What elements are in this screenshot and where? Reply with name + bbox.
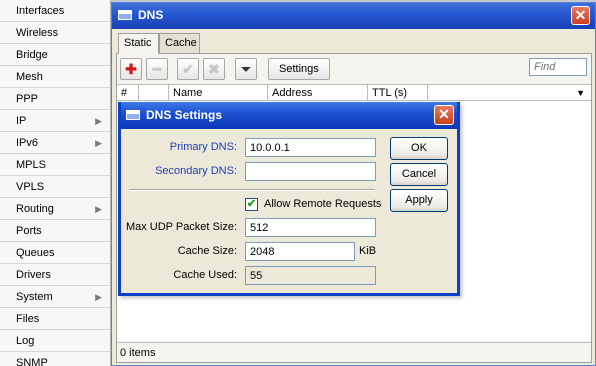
remove-button[interactable]: ━	[146, 58, 168, 80]
item-count-status: 0 items	[117, 342, 591, 362]
dns-settings-close-button[interactable]: ✕	[434, 105, 454, 125]
sidebar-item-interfaces[interactable]: Interfaces	[0, 0, 110, 22]
secondary-dns-field[interactable]	[245, 162, 376, 181]
tab-cache[interactable]: Cache	[159, 33, 200, 53]
column-header-flags[interactable]	[139, 85, 169, 101]
find-input[interactable]	[530, 59, 586, 75]
ok-button[interactable]: OK	[390, 137, 448, 160]
cache-used-field	[245, 266, 376, 285]
form-divider	[129, 189, 375, 191]
dns-window-title-bar[interactable]: DNS ✕	[112, 3, 595, 29]
sidebar-item-label: Queues	[16, 247, 55, 259]
secondary-dns-input[interactable]	[246, 163, 375, 180]
sidebar-item-system[interactable]: System ▶	[0, 286, 110, 308]
sidebar-item-drivers[interactable]: Drivers	[0, 264, 110, 286]
primary-dns-input[interactable]	[246, 139, 375, 156]
sidebar-item-label: Interfaces	[16, 5, 65, 17]
cache-size-label: Cache Size:	[177, 245, 237, 257]
sidebar-item-label: System	[16, 291, 53, 303]
submenu-arrow-icon: ▶	[95, 138, 102, 148]
submenu-arrow-icon: ▶	[95, 292, 102, 302]
column-header-ttl[interactable]: TTL (s)	[368, 85, 428, 101]
column-menu-arrow-icon[interactable]: ▼	[576, 85, 585, 101]
column-header-address[interactable]: Address	[268, 85, 368, 101]
sidebar-item-mpls[interactable]: MPLS	[0, 154, 110, 176]
window-icon	[126, 110, 140, 120]
sidebar-item-snmp[interactable]: SNMP	[0, 352, 110, 366]
column-header-name[interactable]: Name	[169, 85, 268, 101]
cache-size-input[interactable]	[246, 243, 354, 260]
cache-used-value	[246, 267, 375, 284]
sidebar-item-label: Files	[16, 313, 40, 325]
max-udp-packet-size-label: Max UDP Packet Size:	[125, 221, 237, 233]
main-menu-sidebar: Interfaces Wireless Bridge Mesh PPP IP ▶ IPv6 ▶ M…	[0, 0, 111, 366]
sidebar-item-ipv6[interactable]: IPv6 ▶	[0, 132, 110, 154]
sidebar-item-log[interactable]: Log	[0, 330, 110, 352]
sidebar-item-queues[interactable]: Queues	[0, 242, 110, 264]
dns-settings-form: Primary DNS: Secondary DNS: ✔ Allow Remo…	[121, 129, 457, 293]
sidebar-item-routing[interactable]: Routing ▶	[0, 198, 110, 220]
sidebar-item-wireless[interactable]: Wireless	[0, 22, 110, 44]
sidebar-item-ip[interactable]: IP ▶	[0, 110, 110, 132]
sidebar-item-label: SNMP	[16, 357, 48, 366]
primary-dns-label: Primary DNS:	[169, 141, 237, 153]
sidebar-item-bridge[interactable]: Bridge	[0, 44, 110, 66]
cache-size-field[interactable]	[245, 242, 355, 261]
sidebar-item-label: VPLS	[16, 181, 45, 193]
sidebar-item-vpls[interactable]: VPLS	[0, 176, 110, 198]
sidebar-item-label: MPLS	[16, 159, 46, 171]
static-table-header: # Name Address TTL (s) ▼	[117, 84, 591, 101]
sidebar-item-label: IP	[16, 115, 27, 127]
sidebar-item-label: Log	[16, 335, 35, 347]
checkbox-check-icon[interactable]: ✔	[245, 198, 258, 211]
max-udp-packet-size-field[interactable]	[245, 218, 376, 237]
tab-static[interactable]: Static	[118, 33, 159, 54]
sidebar-item-list: Interfaces Wireless Bridge Mesh PPP IP ▶ IPv6 ▶ M…	[0, 0, 110, 366]
cancel-button[interactable]: Cancel	[390, 163, 448, 186]
sidebar-item-label: Wireless	[16, 27, 59, 39]
sidebar-item-label: Drivers	[16, 269, 51, 281]
dns-settings-title-bar[interactable]: DNS Settings ✕	[121, 102, 457, 129]
add-button[interactable]: ✚	[120, 58, 142, 80]
find-field[interactable]	[529, 58, 587, 76]
enable-button[interactable]: ✔	[177, 58, 199, 80]
window-icon	[118, 10, 132, 20]
submenu-arrow-icon: ▶	[95, 116, 102, 126]
apply-button[interactable]: Apply	[390, 189, 448, 212]
cache-used-label: Cache Used:	[173, 269, 237, 281]
dns-settings-dialog: DNS Settings ✕ Primary DNS: Secondary DN…	[118, 102, 460, 296]
dns-window-close-button[interactable]: ✕	[571, 6, 590, 25]
dns-window-title: DNS	[138, 8, 164, 22]
sidebar-item-label: Mesh	[16, 71, 43, 83]
column-header-number[interactable]: #	[117, 85, 139, 101]
sidebar-item-label: Routing	[16, 203, 54, 215]
sidebar-item-ports[interactable]: Ports	[0, 220, 110, 242]
sidebar-item-label: Bridge	[16, 49, 48, 61]
sidebar-item-label: IPv6	[16, 137, 39, 149]
allow-remote-requests-label: Allow Remote Requests	[264, 198, 382, 210]
sidebar-item-files[interactable]: Files	[0, 308, 110, 330]
filter-icon[interactable]: ⏷	[235, 58, 257, 80]
sidebar-item-label: PPP	[16, 93, 39, 105]
sidebar-item-label: Ports	[16, 225, 42, 237]
sidebar-item-mesh[interactable]: Mesh	[0, 66, 110, 88]
dns-settings-title: DNS Settings	[146, 108, 223, 122]
settings-button[interactable]: Settings	[268, 58, 330, 80]
max-udp-packet-size-input[interactable]	[246, 219, 375, 236]
cache-size-unit: KiB	[359, 245, 377, 257]
secondary-dns-label: Secondary DNS:	[155, 165, 237, 177]
submenu-arrow-icon: ▶	[95, 204, 102, 214]
sidebar-item-ppp[interactable]: PPP	[0, 88, 110, 110]
primary-dns-field[interactable]	[245, 138, 376, 157]
disable-button[interactable]: ✖	[203, 58, 225, 80]
